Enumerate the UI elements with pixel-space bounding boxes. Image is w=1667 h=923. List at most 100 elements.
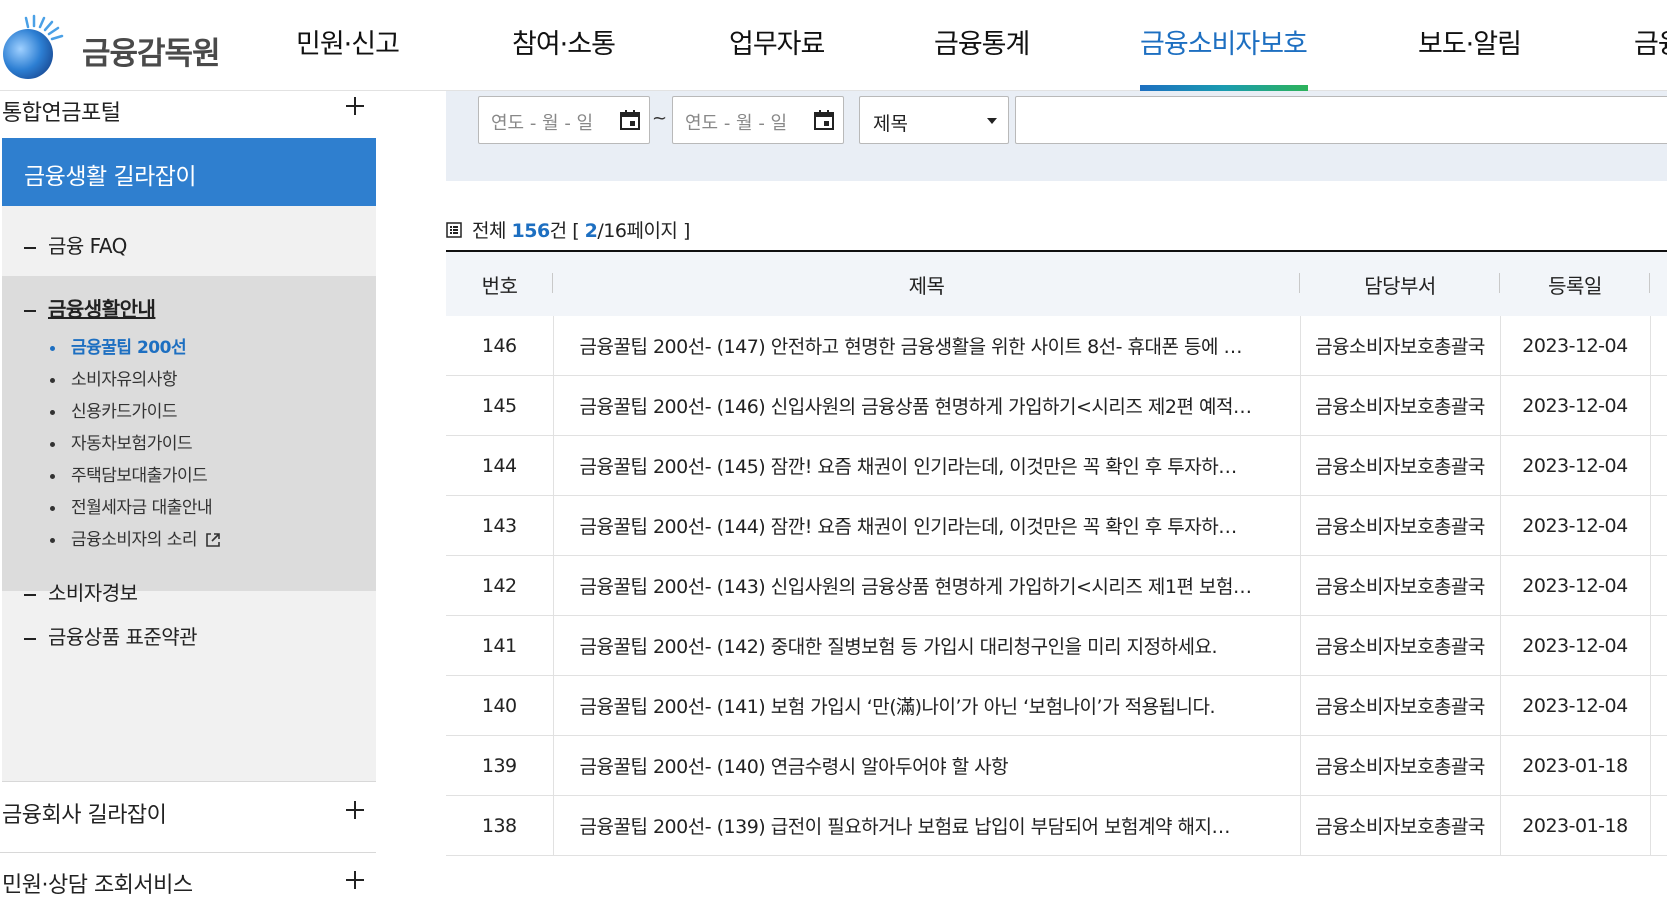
sidebar-leaf-mortgage-guide[interactable]: 주택담보대출가이드 <box>50 461 208 486</box>
sidebar-subitem-financial-life-info[interactable]: 금융생활안내 <box>24 293 156 322</box>
column-header-dept: 담당부서 <box>1300 251 1500 316</box>
nav-item-complaint[interactable]: 민원·신고 <box>296 22 400 61</box>
sidebar-subitem-faq[interactable]: 금융 FAQ <box>24 230 127 259</box>
nav-item-more[interactable]: 금융 <box>1634 22 1667 61</box>
dash-icon <box>24 309 36 312</box>
table-header-row: 번호 제목 담당부서 등록일 <box>446 251 1667 316</box>
search-keyword-input[interactable] <box>1015 96 1667 144</box>
date-to-input[interactable]: 연도 - 월 - 일 <box>672 96 844 144</box>
row-dept: 금융소비자보호총괄국 <box>1300 615 1501 676</box>
row-title-link[interactable]: 금융꿀팁 200선- (144) 잠깐! 요즘 채권이 인기라는데, 이것만은 … <box>552 495 1301 556</box>
date-from-input[interactable]: 연도 - 월 - 일 <box>478 96 650 144</box>
dash-icon <box>24 593 36 596</box>
row-title-link[interactable]: 금융꿀팁 200선- (145) 잠깐! 요즘 채권이 인기라는데, 이것만은 … <box>552 435 1301 496</box>
sidebar-item-label: 금융회사 길라잡이 <box>2 803 167 828</box>
current-page: 2 <box>584 220 598 242</box>
column-header-title: 제목 <box>553 251 1300 316</box>
search-field-select[interactable]: 제목 <box>859 96 1009 144</box>
nav-item-participation[interactable]: 참여·소통 <box>512 22 616 61</box>
column-header-date: 등록일 <box>1500 251 1650 316</box>
sidebar-leaf-consumer-voice[interactable]: 금융소비자의 소리 <box>50 525 221 550</box>
row-no: 146 <box>446 316 553 376</box>
sidebar-leaf-car-insurance-guide[interactable]: 자동차보험가이드 <box>50 429 193 454</box>
row-date: 2023-12-04 <box>1500 495 1651 556</box>
bullet-icon <box>50 377 55 383</box>
sidebar-section-title: 금융생활 길라잡이 <box>24 164 197 190</box>
row-no: 138 <box>446 795 553 856</box>
column-header-no: 번호 <box>446 251 553 316</box>
row-date: 2023-12-04 <box>1500 375 1651 436</box>
bullet-icon <box>50 473 55 479</box>
date-from-placeholder: 연도 - 월 - 일 <box>491 113 594 134</box>
sidebar-item-label: 민원·상담 조회서비스 <box>2 873 193 898</box>
sidebar-item-complaint-lookup[interactable]: 민원·상담 조회서비스 <box>0 853 376 923</box>
row-no: 141 <box>446 615 553 676</box>
bullet-icon <box>50 441 55 447</box>
table-row: 144 금융꿀팁 200선- (145) 잠깐! 요즘 채권이 인기라는데, 이것… <box>446 435 1667 496</box>
row-title-link[interactable]: 금융꿀팁 200선- (146) 신입사원의 금융상품 현명하게 가입하기<시리… <box>552 375 1301 436</box>
list-icon <box>446 222 462 238</box>
sidebar-leaf-consumer-cautions[interactable]: 소비자유의사항 <box>50 365 177 390</box>
calendar-icon[interactable] <box>812 108 836 132</box>
table-row: 146 금융꿀팁 200선- (147) 안전하고 현명한 금융생활을 위한 사이… <box>446 316 1667 376</box>
table-row: 145 금융꿀팁 200선- (146) 신입사원의 금융상품 현명하게 가입하기… <box>446 375 1667 436</box>
row-dept: 금융소비자보호총괄국 <box>1300 795 1501 856</box>
sidebar-section-financial-life-guide[interactable]: 금융생활 길라잡이 <box>2 138 376 206</box>
bullet-icon <box>50 409 55 415</box>
table-row: 143 금융꿀팁 200선- (144) 잠깐! 요즘 채권이 인기라는데, 이것… <box>446 495 1667 556</box>
total-count: 156 <box>511 220 551 242</box>
sidebar-item-pension-portal[interactable]: 통합연금포털 <box>0 91 376 138</box>
row-dept: 금융소비자보호총괄국 <box>1300 495 1501 556</box>
site-header: 금융감독원 민원·신고 참여·소통 업무자료 금융통계 금융소비자보호 보도·알… <box>0 0 1667 91</box>
sidebar-leaf-finance-tips[interactable]: 금융꿀팁 200선 <box>50 333 187 358</box>
nav-item-statistics[interactable]: 금융통계 <box>934 22 1030 61</box>
search-field-value: 제목 <box>873 113 908 135</box>
row-no: 139 <box>446 735 553 796</box>
dash-icon <box>24 637 36 640</box>
row-dept: 금융소비자보호총괄국 <box>1300 735 1501 796</box>
row-date: 2023-12-04 <box>1500 316 1651 376</box>
sidebar-subitem-consumer-alert[interactable]: 소비자경보 <box>24 577 138 606</box>
row-date: 2023-12-04 <box>1500 675 1651 736</box>
nav-item-consumer-protection[interactable]: 금융소비자보호 <box>1140 22 1308 61</box>
row-title-link[interactable]: 금융꿀팁 200선- (141) 보험 가입시 ‘만(滿)나이’가 아닌 ‘보험… <box>552 675 1301 736</box>
row-title-link[interactable]: 금융꿀팁 200선- (139) 급전이 필요하거나 보험료 납입이 부담되어 … <box>552 795 1301 856</box>
row-no: 143 <box>446 495 553 556</box>
sidebar-submenu-open: 금융생활안내 금융꿀팁 200선 소비자유의사항 신용카드가이드 자동차보험가이… <box>2 276 376 591</box>
table-row: 142 금융꿀팁 200선- (143) 신입사원의 금융상품 현명하게 가입하기… <box>446 555 1667 616</box>
row-no: 145 <box>446 375 553 436</box>
site-logo[interactable]: 금융감독원 <box>0 8 230 80</box>
row-dept: 금융소비자보호총괄국 <box>1300 555 1501 616</box>
table-row: 140 금융꿀팁 200선- (141) 보험 가입시 ‘만(滿)나이’가 아닌 … <box>446 675 1667 736</box>
external-link-icon <box>206 533 220 547</box>
row-no: 142 <box>446 555 553 616</box>
sidebar-item-label: 통합연금포털 <box>2 101 121 126</box>
row-dept: 금융소비자보호총괄국 <box>1300 316 1501 376</box>
sidebar-leaf-credit-card-guide[interactable]: 신용카드가이드 <box>50 397 177 422</box>
row-title-link[interactable]: 금융꿀팁 200선- (147) 안전하고 현명한 금융생활을 위한 사이트 8… <box>552 316 1301 376</box>
row-no: 144 <box>446 435 553 496</box>
result-summary: 전체 156건 [ 2/16페이지 ] <box>446 216 690 243</box>
total-pages: /16페이지 ] <box>597 220 690 242</box>
nav-item-press[interactable]: 보도·알림 <box>1418 22 1522 61</box>
sidebar-leaf-rent-loan-guide[interactable]: 전월세자금 대출안내 <box>50 493 213 518</box>
plus-icon[interactable] <box>346 801 364 819</box>
plus-icon[interactable] <box>346 871 364 889</box>
row-title-link[interactable]: 금융꿀팁 200선- (143) 신입사원의 금융상품 현명하게 가입하기<시리… <box>552 555 1301 616</box>
row-dept: 금융소비자보호총괄국 <box>1300 375 1501 436</box>
table-row: 138 금융꿀팁 200선- (139) 급전이 필요하거나 보험료 납입이 부담… <box>446 795 1667 856</box>
sidebar: 통합연금포털 금융생활 길라잡이 금융 FAQ 금융생활안내 금융꿀팁 200선… <box>0 91 376 898</box>
row-title-link[interactable]: 금융꿀팁 200선- (142) 중대한 질병보험 등 가입시 대리청구인을 미… <box>552 615 1301 676</box>
row-date: 2023-12-04 <box>1500 435 1651 496</box>
row-date: 2023-12-04 <box>1500 615 1651 676</box>
nav-item-work-data[interactable]: 업무자료 <box>729 22 825 61</box>
plus-icon[interactable] <box>346 97 364 115</box>
date-range-separator: ~ <box>652 108 668 129</box>
calendar-icon[interactable] <box>618 108 642 132</box>
row-title-link[interactable]: 금융꿀팁 200선- (140) 연금수령시 알아두어야 할 사항 <box>552 735 1301 796</box>
sidebar-subitem-standard-terms[interactable]: 금융상품 표준약관 <box>24 621 198 650</box>
row-date: 2023-12-04 <box>1500 555 1651 616</box>
row-no: 140 <box>446 675 553 736</box>
logo-text: 금융감독원 <box>82 36 221 72</box>
sidebar-item-company-guide[interactable]: 금융회사 길라잡이 <box>0 783 376 853</box>
